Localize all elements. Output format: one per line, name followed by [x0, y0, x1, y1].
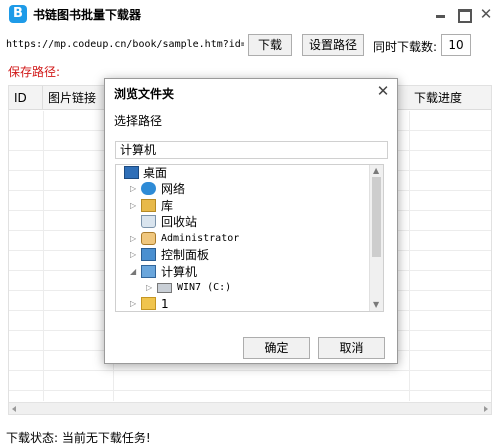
expander-icon[interactable]: ▷: [130, 247, 138, 263]
expander-icon[interactable]: ◢: [130, 264, 138, 280]
download-button[interactable]: 下载: [248, 34, 292, 56]
expander-icon: [130, 214, 138, 230]
tree-item-label: WIN7 (C:): [177, 282, 232, 293]
ok-button[interactable]: 确定: [243, 337, 310, 359]
status-bar: 下载状态: 当前无下载任务!: [0, 425, 500, 447]
dialog-prompt: 选择路径: [114, 114, 163, 128]
column-header-image-link[interactable]: 图片链接: [43, 86, 113, 110]
dialog-title: 浏览文件夹: [114, 87, 175, 101]
tree-item-label: 控制面板: [161, 248, 210, 262]
expander-icon[interactable]: ▷: [130, 231, 138, 247]
folder-tree[interactable]: 桌面 ▷ 网络 ▷ 库 回收站 ▷ Administrator ▷ 控制面板 ◢…: [115, 164, 384, 312]
tree-item-label: 1: [161, 297, 169, 311]
close-button[interactable]: ✕: [477, 6, 495, 22]
user-folder-icon: [141, 232, 156, 245]
status-text: 下载状态: 当前无下载任务!: [6, 431, 151, 445]
scroll-up-icon[interactable]: ▲: [373, 166, 379, 176]
drive-icon: [157, 283, 172, 293]
app-logo-icon: B: [9, 5, 27, 23]
url-input[interactable]: https://mp.codeup.cn/book/sample.htm?id=…: [6, 35, 244, 55]
scrollbar-thumb[interactable]: [372, 177, 381, 257]
column-header-id[interactable]: ID: [9, 86, 43, 110]
tree-item-label: 桌面: [143, 166, 168, 180]
tree-item-label: 回收站: [161, 215, 198, 229]
title-bar: B 书链图书批量下载器 ✕: [0, 0, 500, 28]
computer-icon: [141, 265, 156, 278]
concurrent-downloads-label: 同时下载数:: [373, 40, 438, 54]
column-header-progress[interactable]: 下载进度: [409, 86, 491, 110]
tree-item-label: Administrator: [161, 233, 240, 244]
expander-icon[interactable]: ▷: [130, 181, 138, 197]
set-path-button[interactable]: 设置路径: [302, 34, 364, 56]
tree-item-label: 网络: [161, 182, 186, 196]
save-path-label: 保存路径:: [8, 65, 61, 79]
expander-icon[interactable]: ▷: [130, 296, 138, 311]
expander-icon[interactable]: ▷: [146, 280, 154, 296]
tree-vertical-scrollbar[interactable]: ▲ ▼: [369, 165, 383, 311]
cancel-button[interactable]: 取消: [318, 337, 385, 359]
selected-path-field[interactable]: 计算机: [115, 141, 388, 159]
dialog-close-icon[interactable]: ✕: [375, 83, 391, 99]
browse-folder-dialog: 浏览文件夹 ✕ 选择路径 计算机 桌面 ▷ 网络 ▷ 库 回收站 ▷ Admin…: [104, 78, 398, 364]
concurrent-downloads-input[interactable]: 10: [441, 34, 471, 56]
expander-icon[interactable]: ▷: [130, 198, 138, 214]
desktop-icon: [124, 166, 139, 179]
horizontal-scrollbar[interactable]: [9, 402, 491, 414]
column-divider: [43, 111, 44, 401]
window-title: 书链图书批量下载器: [33, 8, 142, 22]
control-panel-icon: [141, 248, 156, 261]
network-icon: [141, 182, 156, 195]
maximize-button[interactable]: [455, 6, 473, 23]
scroll-down-icon[interactable]: ▼: [373, 300, 379, 310]
minimize-button[interactable]: [432, 6, 450, 22]
folder-icon: [141, 297, 156, 310]
tree-item-label: 库: [161, 199, 174, 213]
library-icon: [141, 199, 156, 212]
recycle-bin-icon: [141, 215, 156, 228]
column-divider: [409, 111, 410, 401]
tree-item-label: 计算机: [161, 265, 198, 279]
